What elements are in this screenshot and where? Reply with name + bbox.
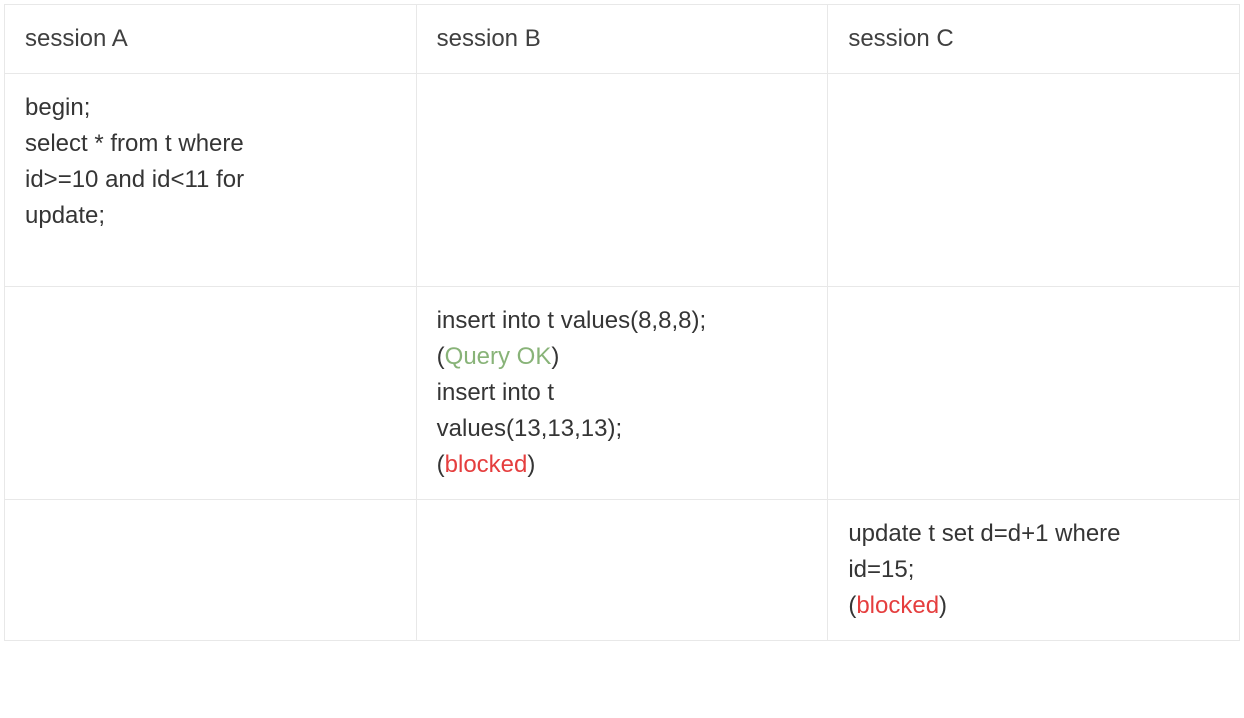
- sql-line: values(13,13,13);: [437, 411, 808, 447]
- sql-line: id=15;: [848, 552, 1219, 588]
- table-row: begin;select * from t whereid>=10 and id…: [5, 74, 1240, 287]
- paren-open: (: [437, 343, 445, 370]
- header-session-b: session B: [416, 5, 828, 74]
- table-body: begin;select * from t whereid>=10 and id…: [5, 74, 1240, 641]
- sql-line: update t set d=d+1 where: [848, 516, 1219, 552]
- sql-line: select * from t where: [25, 126, 396, 162]
- sql-line: insert into t: [437, 375, 808, 411]
- sql-line: update;: [25, 198, 396, 234]
- table-header-row: session A session B session C: [5, 5, 1240, 74]
- cell-session-c: [828, 74, 1240, 287]
- status-text: blocked: [445, 451, 528, 478]
- status-text: Query OK: [445, 343, 552, 370]
- table-row: insert into t values(8,8,8);(Query OK)in…: [5, 287, 1240, 500]
- cell-session-b: [416, 500, 828, 641]
- sql-line: insert into t values(8,8,8);: [437, 303, 808, 339]
- paren-close: ): [939, 592, 947, 619]
- table-row: update t set d=d+1 whereid=15;(blocked): [5, 500, 1240, 641]
- paren-close: ): [527, 451, 535, 478]
- cell-session-a: [5, 287, 417, 500]
- cell-session-a: begin;select * from t whereid>=10 and id…: [5, 74, 417, 287]
- status-line: (Query OK): [437, 339, 808, 375]
- cell-session-b: [416, 74, 828, 287]
- cell-session-c: [828, 287, 1240, 500]
- status-text: blocked: [856, 592, 939, 619]
- cell-session-a: [5, 500, 417, 641]
- sessions-table: session A session B session C begin;sele…: [4, 4, 1240, 641]
- header-session-a: session A: [5, 5, 417, 74]
- status-line: (blocked): [437, 447, 808, 483]
- cell-session-c: update t set d=d+1 whereid=15;(blocked): [828, 500, 1240, 641]
- header-session-c: session C: [828, 5, 1240, 74]
- sql-line: id>=10 and id<11 for: [25, 162, 396, 198]
- paren-close: ): [551, 343, 559, 370]
- cell-session-b: insert into t values(8,8,8);(Query OK)in…: [416, 287, 828, 500]
- paren-open: (: [437, 451, 445, 478]
- sql-line: begin;: [25, 90, 396, 126]
- status-line: (blocked): [848, 588, 1219, 624]
- spacer: [25, 234, 396, 270]
